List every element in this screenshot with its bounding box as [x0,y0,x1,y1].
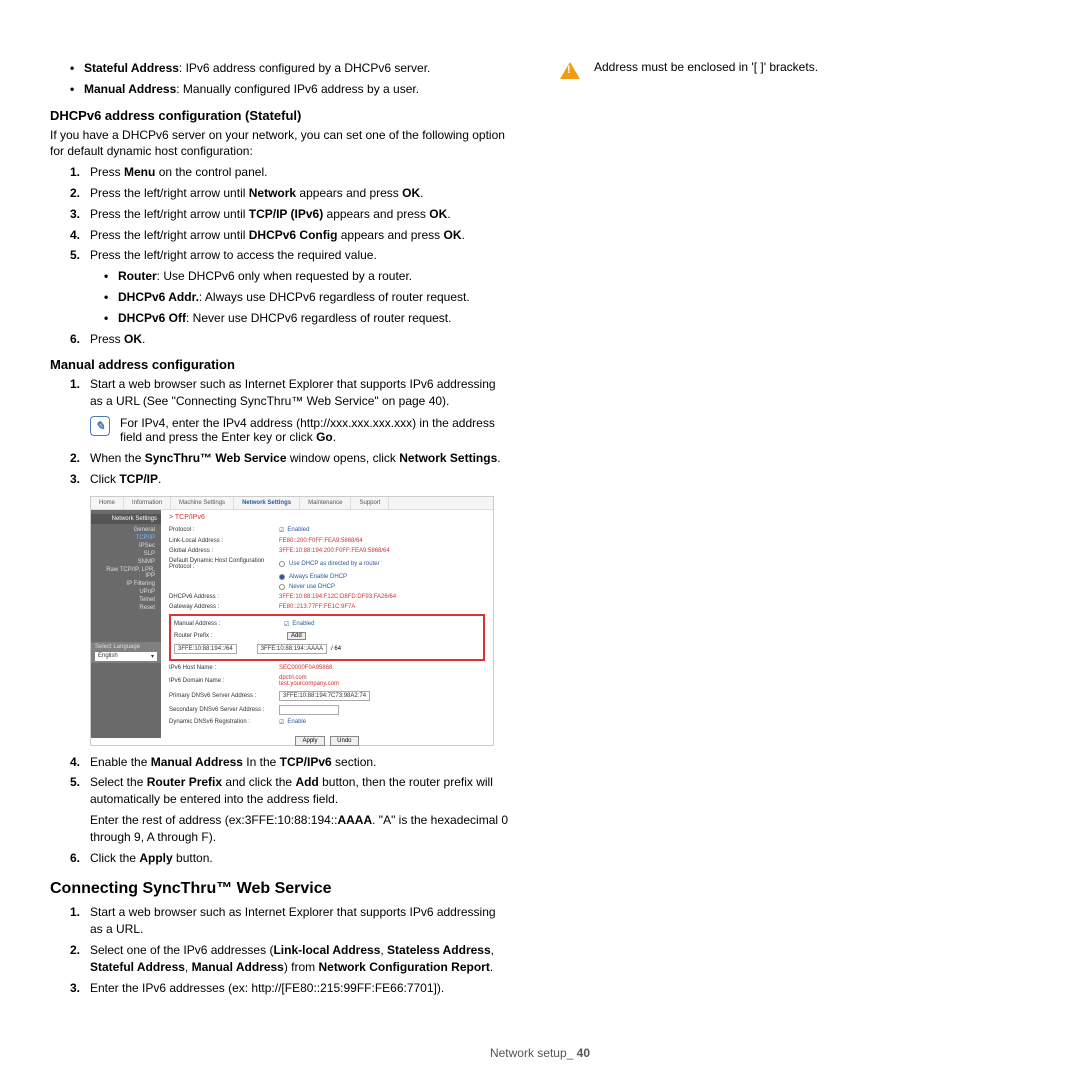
heading-stateful: DHCPv6 address configuration (Stateful) [50,108,510,123]
note-ipv4: ✎ For IPv4, enter the IPv4 address (http… [50,416,510,444]
ss-sidebar: Network Settings General TCP/IP IPSec SL… [91,510,161,738]
right-column: Address must be enclosed in '[ ]' bracke… [560,60,1020,1000]
left-column: Stateful Address: IPv6 address configure… [50,60,510,1000]
stateful-intro: If you have a DHCPv6 server on your netw… [50,127,510,161]
page-footer: Network setup_ 40 [0,1046,1080,1060]
stateful-steps: 1.Press Menu on the control panel. 2.Pre… [50,164,510,347]
note-icon: ✎ [90,416,110,436]
ss-undo-button[interactable]: Undo [330,736,358,746]
web-service-screenshot: Home Information Machine Settings Networ… [90,496,494,746]
warning-brackets: Address must be enclosed in '[ ]' bracke… [560,60,1020,79]
ss-language-select[interactable]: English▾ [95,652,157,661]
connect-steps: 1.Start a web browser such as Internet E… [50,904,510,996]
ss-tab-home[interactable]: Home [91,497,124,509]
ss-apply-button[interactable]: Apply [295,736,324,746]
ss-add-button[interactable]: Add [287,632,306,640]
address-definitions: Stateful Address: IPv6 address configure… [50,60,510,98]
manual-steps: 1.Start a web browser such as Internet E… [50,376,510,410]
heading-manual: Manual address configuration [50,357,510,372]
ss-manual-address-box: Manual Address :☑Enabled Router Prefix :… [169,614,485,661]
heading-connecting: Connecting SyncThru™ Web Service [50,880,510,898]
warning-icon [560,62,580,79]
